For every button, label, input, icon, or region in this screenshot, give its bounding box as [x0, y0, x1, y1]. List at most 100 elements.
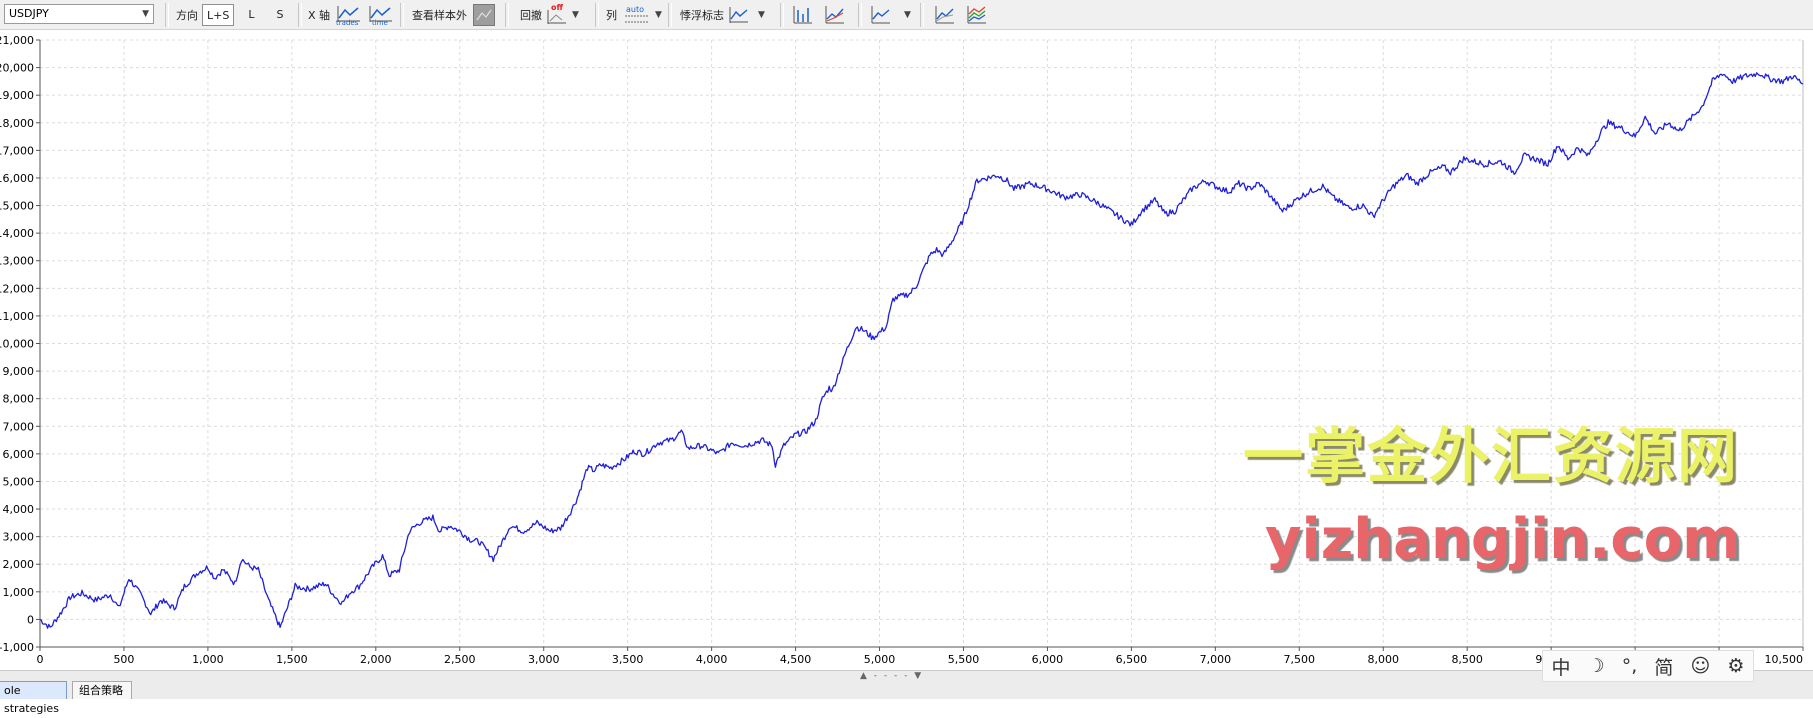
y-tick-label: 7,000 [3, 420, 35, 433]
column-state: auto [626, 5, 645, 14]
x-tick-label: 6,000 [1032, 653, 1064, 666]
y-tick-label: 9,000 [3, 365, 35, 378]
watermark-title: 一掌金外汇资源网 [1243, 422, 1739, 492]
tab-strategies[interactable]: ole strategies [0, 681, 67, 715]
symbol-select[interactable]: USDJPY ▼ [4, 4, 154, 24]
chevron-down-icon[interactable]: ▼ [904, 10, 911, 20]
y-tick-label: 18,000 [0, 117, 34, 130]
y-tick-label: 4,000 [3, 503, 35, 516]
direction-label: 方向 [176, 9, 198, 22]
toolbar: USDJPY ▼ 方向 L+S L S X 轴 trades time 查看样本… [0, 0, 1813, 30]
bar-chart-button[interactable] [792, 4, 814, 26]
xaxis-time-label: time [372, 19, 388, 27]
chevron-down-icon[interactable]: ▼ [655, 10, 662, 20]
y-tick-label: 12,000 [0, 282, 34, 295]
bar-chart-icon [793, 6, 812, 24]
x-tick-label: 8,500 [1451, 653, 1483, 666]
resize-handle[interactable]: ▲ - - - - ▼ [860, 671, 923, 681]
chevron-down-icon: ▼ [142, 9, 149, 19]
xaxis-trades-button[interactable]: trades [336, 4, 361, 27]
xaxis-group: X 轴 trades time [308, 0, 393, 30]
direction-group: 方向 L+S L S [176, 0, 287, 30]
line-chart-button[interactable] [870, 4, 892, 26]
y-tick-label: 6,000 [3, 448, 35, 461]
drawdown-button[interactable]: off [546, 3, 568, 26]
floating-group: 悸浮标志 ▼ [680, 0, 765, 30]
xaxis-label: X 轴 [308, 9, 331, 22]
x-tick-label: 4,500 [780, 653, 812, 666]
y-tick-label: 1,000 [3, 586, 35, 599]
multi-series-icon [967, 6, 986, 24]
line-chart-icon [871, 6, 890, 24]
y-tick-label: 2,000 [3, 558, 35, 571]
multi-series-button[interactable] [966, 4, 988, 26]
simplified-toggle[interactable]: 简 [1654, 653, 1673, 680]
chevron-down-icon[interactable]: ▼ [572, 10, 579, 20]
x-tick-label: 0 [37, 653, 44, 666]
y-tick-label: 8,000 [3, 393, 35, 406]
y-tick-label: 0 [27, 613, 34, 626]
drawdown-group: 回撤 off ▼ [520, 0, 579, 30]
emoji-icon[interactable]: ☺ [1690, 655, 1710, 677]
direction-short-button[interactable]: S [272, 4, 287, 26]
out-of-sample-group: 查看样本外 [412, 0, 495, 30]
chart-icon [476, 9, 492, 21]
moon-icon[interactable]: ☽ [1588, 655, 1605, 677]
compare-chart-button[interactable] [934, 4, 956, 26]
x-tick-label: 10,500 [1765, 653, 1804, 666]
symbol-value: USDJPY [9, 7, 49, 20]
compare-chart-icon [935, 6, 954, 24]
y-tick-label: 15,000 [0, 200, 34, 213]
y-tick-label: 10,000 [0, 338, 34, 351]
column-label: 列 [606, 9, 617, 22]
tab-portfolio[interactable]: 组合策略 [72, 681, 132, 699]
y-tick-label: 11,000 [0, 310, 34, 323]
x-tick-label: 500 [113, 653, 134, 666]
xaxis-trades-label: trades [336, 19, 359, 27]
x-tick-label: 7,500 [1284, 653, 1316, 666]
x-tick-label: 2,500 [444, 653, 476, 666]
chart-tools-group-2: ▼ [870, 0, 911, 30]
punctuation-toggle[interactable]: °, [1622, 655, 1638, 677]
floating-label: 悸浮标志 [680, 9, 724, 22]
xaxis-time-button[interactable]: time [368, 4, 393, 27]
ime-chinese-toggle[interactable]: 中 [1552, 653, 1571, 680]
y-tick-label: 3,000 [3, 531, 35, 544]
x-tick-label: 6,500 [1116, 653, 1148, 666]
y-tick-label: 13,000 [0, 255, 34, 268]
x-tick-label: 4,000 [696, 653, 728, 666]
drawdown-label: 回撤 [520, 9, 542, 22]
equity-chart[interactable]: -1,00001,0002,0003,0004,0005,0006,0007,0… [0, 30, 1813, 670]
trend-chart-icon [825, 6, 844, 24]
y-tick-label: 20,000 [0, 62, 34, 75]
x-tick-label: 2,000 [360, 653, 392, 666]
y-tick-label: 16,000 [0, 172, 34, 185]
watermark-url: yizhangjin.com [1265, 507, 1741, 572]
column-button[interactable]: auto [623, 4, 651, 26]
y-tick-label: 19,000 [0, 89, 34, 102]
line-chart-icon [729, 7, 748, 23]
x-tick-label: 1,000 [192, 653, 224, 666]
chart-tools-group-1 [792, 0, 846, 30]
x-tick-label: 1,500 [276, 653, 308, 666]
y-tick-label: 5,000 [3, 475, 35, 488]
x-tick-label: 8,000 [1367, 653, 1399, 666]
out-of-sample-toggle[interactable] [473, 4, 495, 26]
chevron-down-icon[interactable]: ▼ [758, 10, 765, 20]
x-tick-label: 5,000 [864, 653, 896, 666]
x-tick-label: 5,500 [948, 653, 980, 666]
out-of-sample-label: 查看样本外 [412, 9, 467, 22]
column-group: 列 auto ▼ [606, 0, 662, 30]
trend-chart-button[interactable] [824, 4, 846, 26]
chart-tools-group-3 [934, 0, 988, 30]
x-tick-label: 3,500 [612, 653, 644, 666]
drawdown-state: off [551, 3, 563, 12]
y-tick-label: 21,000 [0, 34, 34, 47]
gear-icon[interactable]: ⚙ [1727, 655, 1744, 677]
direction-ls-button[interactable]: L+S [202, 4, 235, 26]
floating-button[interactable] [728, 4, 750, 26]
direction-long-button[interactable]: L [244, 4, 258, 26]
y-tick-label: 14,000 [0, 227, 34, 240]
y-tick-label: 17,000 [0, 144, 34, 157]
x-tick-label: 7,000 [1200, 653, 1232, 666]
